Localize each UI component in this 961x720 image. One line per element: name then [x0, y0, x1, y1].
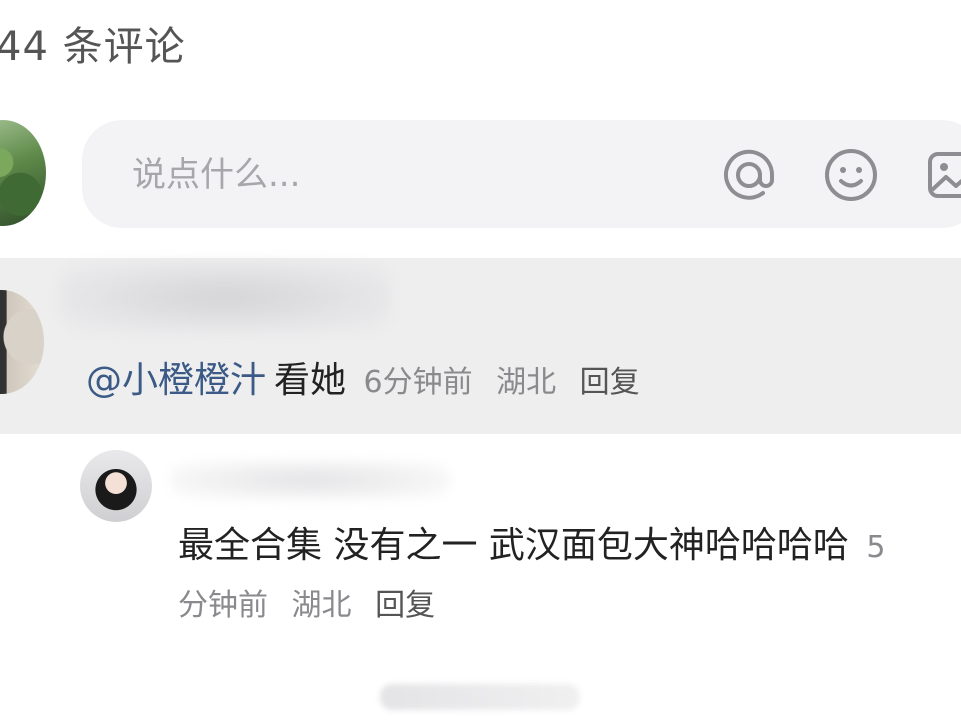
my-avatar [0, 120, 46, 226]
reply-text: 最全合集 没有之一 武汉面包大神哈哈哈哈 5分钟前 湖北 回复 [178, 518, 898, 634]
comment-composer[interactable] [82, 120, 961, 228]
emoji-icon[interactable] [822, 146, 880, 204]
at-icon[interactable] [720, 146, 778, 204]
reply-button[interactable]: 回复 [580, 365, 640, 400]
reply-name-redacted [170, 460, 450, 500]
comment-body: 看她 [274, 360, 347, 401]
reply-location: 湖北 [291, 588, 352, 623]
reply-avatar[interactable] [80, 450, 152, 522]
next-comment-redacted [380, 684, 580, 710]
reply-button[interactable]: 回复 [375, 588, 435, 623]
comment-input[interactable] [130, 150, 694, 200]
comment-count: 44 条评论 [0, 24, 186, 70]
comment-meta: 6分钟前 湖北 回复 [363, 365, 639, 400]
mention-link[interactable]: @小橙橙汁 [86, 360, 266, 401]
comment-location: 湖北 [496, 365, 557, 400]
commenter-name-redacted [60, 262, 390, 332]
reply-body: 最全合集 没有之一 武汉面包大神哈哈哈哈 [178, 525, 849, 566]
comment-text: @小橙橙汁 看她 6分钟前 湖北 回复 [86, 356, 640, 408]
comment-time: 6分钟前 [363, 365, 473, 400]
image-icon[interactable] [924, 146, 961, 204]
